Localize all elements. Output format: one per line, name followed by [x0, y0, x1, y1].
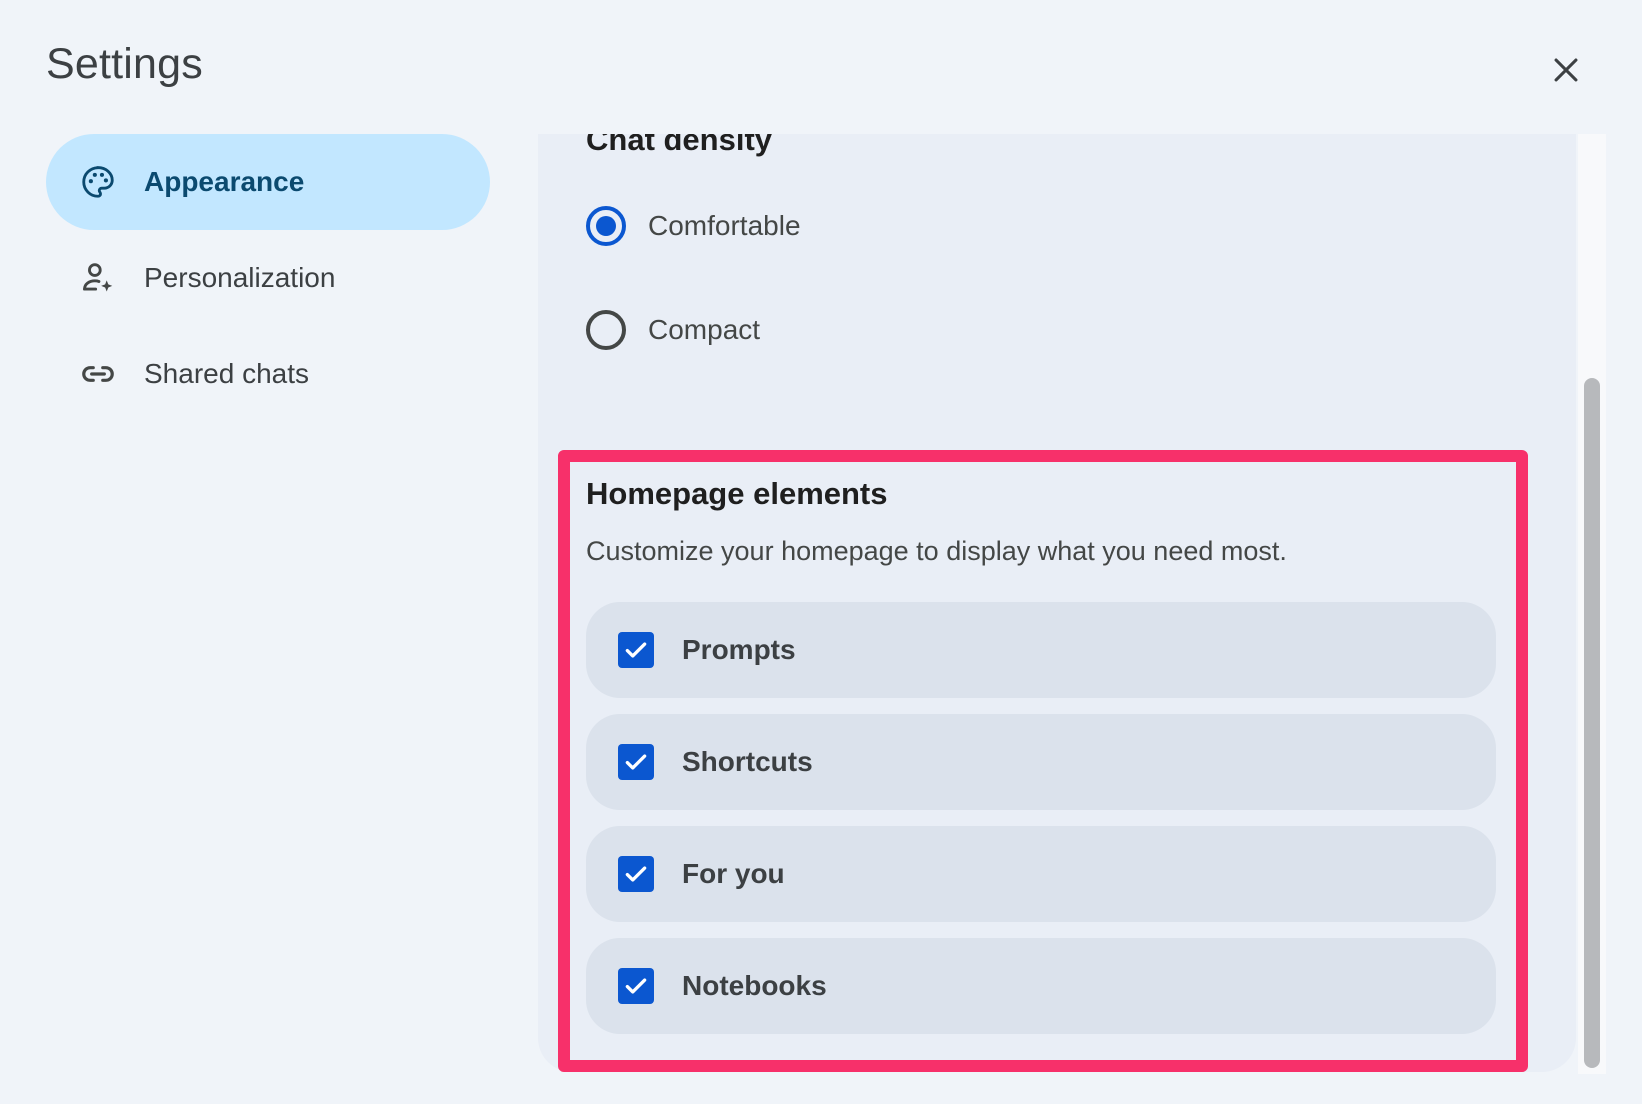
scrollbar-thumb[interactable] [1584, 378, 1600, 1068]
checkmark-icon [625, 642, 647, 658]
checkbox-checked[interactable] [618, 968, 654, 1004]
close-button[interactable] [1540, 44, 1592, 96]
sidebar-item-appearance[interactable]: Appearance [46, 134, 490, 230]
radio-label: Compact [648, 314, 761, 345]
checkbox-label: For you [682, 858, 785, 889]
homepage-elements-card: Homepage elements Customize your homepag… [538, 442, 1576, 1072]
homepage-elements-title: Homepage elements [586, 476, 888, 511]
checkmark-icon [625, 754, 647, 770]
settings-sidebar: Appearance Personalization Shared chats [46, 134, 490, 422]
checkbox-label: Notebooks [682, 970, 827, 1001]
sidebar-item-label: Shared chats [144, 358, 309, 389]
close-icon [1554, 58, 1578, 82]
settings-dialog: Settings Appearance Personalization Shar… [0, 0, 1642, 1104]
checkbox-checked[interactable] [618, 632, 654, 668]
settings-content: Chat density Comfortable Compact Homepag… [538, 134, 1578, 1104]
radio-button-unchecked[interactable] [586, 310, 626, 350]
checkmark-icon [625, 866, 647, 882]
sidebar-item-shared-chats[interactable]: Shared chats [46, 326, 490, 422]
sidebar-item-label: Personalization [144, 262, 336, 293]
checkbox-checked[interactable] [618, 744, 654, 780]
checkbox-row-notebooks[interactable]: Notebooks [586, 938, 1496, 1034]
link-icon [78, 354, 118, 394]
checkmark-icon [625, 978, 647, 994]
person-sparkle-icon [78, 258, 118, 298]
checkbox-row-prompts[interactable]: Prompts [586, 602, 1496, 698]
checkbox-row-for-you[interactable]: For you [586, 826, 1496, 922]
palette-icon [78, 162, 118, 202]
radio-button-checked[interactable] [586, 206, 626, 246]
checkbox-label: Shortcuts [682, 746, 813, 777]
radio-comfortable[interactable]: Comfortable [586, 206, 801, 246]
radio-compact[interactable]: Compact [586, 310, 760, 350]
sidebar-item-label: Appearance [144, 166, 305, 197]
sidebar-item-personalization[interactable]: Personalization [46, 230, 490, 326]
checkbox-label: Prompts [682, 634, 796, 665]
homepage-elements-description: Customize your homepage to display what … [586, 536, 1287, 566]
checkbox-checked[interactable] [618, 856, 654, 892]
dialog-title: Settings [46, 40, 203, 88]
chat-density-title: Chat density [586, 134, 773, 157]
radio-label: Comfortable [648, 210, 801, 241]
checkbox-row-shortcuts[interactable]: Shortcuts [586, 714, 1496, 810]
